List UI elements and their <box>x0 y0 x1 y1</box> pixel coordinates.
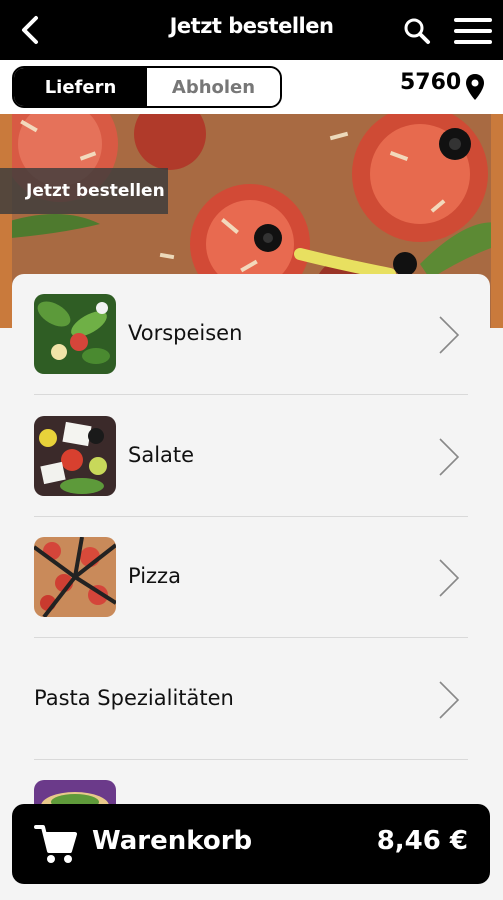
top-bar: Jetzt bestellen <box>0 0 503 60</box>
hamburger-menu-icon <box>454 18 492 22</box>
cart-button[interactable]: Warenkorb 8,46 € <box>12 804 490 884</box>
menu-button[interactable] <box>452 16 494 46</box>
category-row-pasta[interactable]: Pasta Spezialitäten <box>34 639 468 760</box>
shopping-cart-icon <box>34 825 77 863</box>
delivery-mode-toggle: Liefern Abholen <box>12 66 282 108</box>
category-list: Vorspeisen Salate Pizza Pasta Spezialitä… <box>12 274 490 834</box>
category-row-pizza[interactable]: Pizza <box>34 517 468 638</box>
hero-accent-right <box>491 114 503 328</box>
zip-code[interactable]: 5760 <box>400 70 461 95</box>
toggle-liefern[interactable]: Liefern <box>14 68 147 106</box>
category-row-salate[interactable]: Salate <box>34 396 468 517</box>
pizza-thumbnail <box>34 537 116 617</box>
salad-thumbnail <box>34 294 116 374</box>
toggle-abholen[interactable]: Abholen <box>147 68 280 106</box>
category-label: Salate <box>128 443 195 467</box>
cart-label: Warenkorb <box>92 826 253 856</box>
category-row-vorspeisen[interactable]: Vorspeisen <box>34 274 468 395</box>
chevron-right-icon <box>439 559 460 597</box>
chevron-right-icon <box>439 316 460 354</box>
map-pin-icon[interactable] <box>465 73 485 101</box>
chevron-right-icon <box>439 438 460 476</box>
hamburger-line <box>454 40 492 44</box>
search-button[interactable] <box>400 14 434 48</box>
category-label: Pizza <box>128 564 181 588</box>
hero-accent-left <box>0 114 12 328</box>
greek-salad-thumbnail <box>34 416 116 496</box>
delivery-row: Liefern Abholen 5760 <box>0 60 503 114</box>
category-label: Vorspeisen <box>128 321 243 345</box>
search-icon <box>404 18 430 44</box>
cart-total: 8,46 € <box>376 826 468 856</box>
banner-label: Jetzt bestellen <box>0 168 168 214</box>
hamburger-line <box>454 29 492 33</box>
category-label: Pasta Spezialitäten <box>34 686 234 710</box>
chevron-right-icon <box>439 681 460 719</box>
